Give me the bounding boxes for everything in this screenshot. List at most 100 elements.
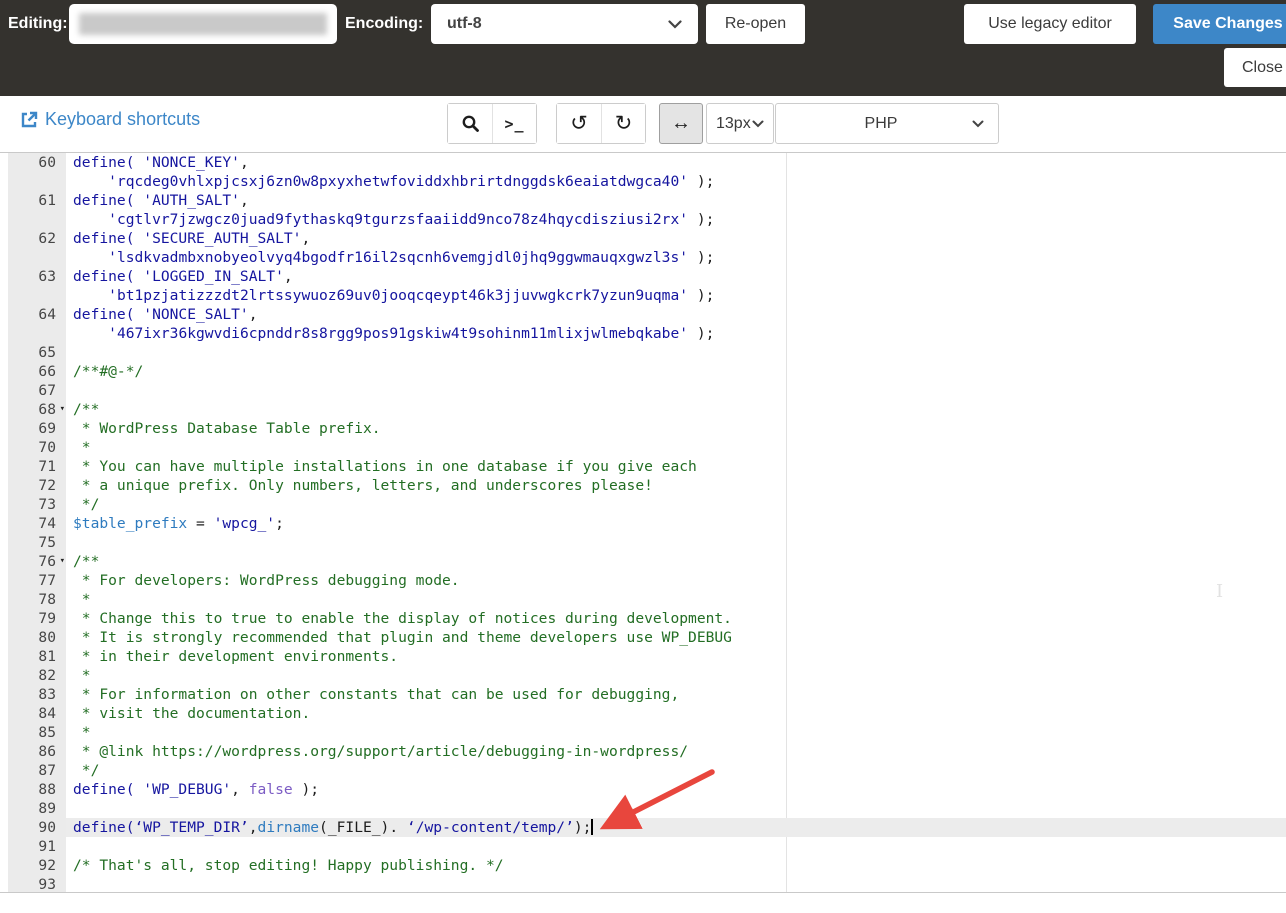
line-number[interactable]: 79 xyxy=(8,609,66,628)
code-line-70[interactable]: 70 * xyxy=(0,438,1286,457)
code-text[interactable]: define( 'AUTH_SALT', xyxy=(66,191,1286,210)
code-text[interactable] xyxy=(66,343,1286,362)
code-line-62[interactable]: 62define( 'SECURE_AUTH_SALT', xyxy=(0,229,1286,248)
code-text[interactable]: 'bt1pzjatizzzdt2lrtssywuoz69uv0jooqcqeyp… xyxy=(66,286,1286,305)
redo-button[interactable]: ↻ xyxy=(601,104,645,143)
keyboard-shortcuts-link[interactable]: Keyboard shortcuts xyxy=(20,109,200,130)
filename-field[interactable] xyxy=(70,5,336,43)
code-text[interactable]: */ xyxy=(66,761,1286,780)
code-line-63[interactable]: 63define( 'LOGGED_IN_SALT', xyxy=(0,267,1286,286)
code-line-wrap[interactable]: '467ixr36kgwvdi6cpnddr8s8rgg9pos91gskiw4… xyxy=(0,324,1286,343)
fold-caret-icon[interactable]: ▾ xyxy=(60,552,65,571)
code-text[interactable]: * For information on other constants tha… xyxy=(66,685,1286,704)
code-line-60[interactable]: 60define( 'NONCE_KEY', xyxy=(0,153,1286,172)
code-line-79[interactable]: 79 * Change this to true to enable the d… xyxy=(0,609,1286,628)
word-wrap-toggle-button[interactable]: ↔ xyxy=(659,103,703,144)
line-number[interactable] xyxy=(8,286,66,305)
encoding-select[interactable]: utf-8 xyxy=(431,4,698,44)
code-line-84[interactable]: 84 * visit the documentation. xyxy=(0,704,1286,723)
line-number[interactable]: 63 xyxy=(8,267,66,286)
code-line-68[interactable]: 68▾/** xyxy=(0,400,1286,419)
save-changes-button[interactable]: Save Changes xyxy=(1153,4,1286,44)
code-text[interactable]: define( 'LOGGED_IN_SALT', xyxy=(66,267,1286,286)
line-number[interactable]: 66 xyxy=(8,362,66,381)
code-line-69[interactable]: 69 * WordPress Database Table prefix. xyxy=(0,419,1286,438)
code-line-wrap[interactable]: 'lsdkvadmbxnobyeolvyq4bgodfr16il2sqcnh6v… xyxy=(0,248,1286,267)
code-text[interactable]: */ xyxy=(66,495,1286,514)
code-editor[interactable]: 60define( 'NONCE_KEY', 'rqcdeg0vhlxpjcsx… xyxy=(0,152,1286,893)
code-text[interactable] xyxy=(66,837,1286,856)
line-number[interactable]: 80 xyxy=(8,628,66,647)
code-text[interactable] xyxy=(66,381,1286,400)
code-text[interactable]: /** xyxy=(66,400,1286,419)
line-number[interactable]: 62 xyxy=(8,229,66,248)
code-text[interactable]: * It is strongly recommended that plugin… xyxy=(66,628,1286,647)
code-text[interactable]: * WordPress Database Table prefix. xyxy=(66,419,1286,438)
code-line-81[interactable]: 81 * in their development environments. xyxy=(0,647,1286,666)
line-number[interactable]: 74 xyxy=(8,514,66,533)
code-line-61[interactable]: 61define( 'AUTH_SALT', xyxy=(0,191,1286,210)
font-size-select[interactable]: 13px xyxy=(706,103,774,144)
code-text[interactable]: * xyxy=(66,723,1286,742)
line-number[interactable]: 70 xyxy=(8,438,66,457)
code-text[interactable] xyxy=(66,875,1286,893)
code-line-73[interactable]: 73 */ xyxy=(0,495,1286,514)
code-text[interactable]: /** xyxy=(66,552,1286,571)
fold-caret-icon[interactable]: ▾ xyxy=(60,400,65,419)
code-text[interactable]: $table_prefix = 'wpcg_'; xyxy=(66,514,1286,533)
code-text[interactable]: define(‘WP_TEMP_DIR’,dirname(_FILE_). ‘/… xyxy=(66,818,1286,837)
line-number[interactable]: 84 xyxy=(8,704,66,723)
code-line-67[interactable]: 67 xyxy=(0,381,1286,400)
code-line-64[interactable]: 64define( 'NONCE_SALT', xyxy=(0,305,1286,324)
code-text[interactable]: * xyxy=(66,438,1286,457)
code-text[interactable]: 'lsdkvadmbxnobyeolvyq4bgodfr16il2sqcnh6v… xyxy=(66,248,1286,267)
reopen-button[interactable]: Re-open xyxy=(706,4,805,44)
line-number[interactable]: 92 xyxy=(8,856,66,875)
code-line-78[interactable]: 78 * xyxy=(0,590,1286,609)
search-button[interactable] xyxy=(448,104,492,143)
line-number[interactable]: 64 xyxy=(8,305,66,324)
code-text[interactable]: /**#@-*/ xyxy=(66,362,1286,381)
code-text[interactable]: '467ixr36kgwvdi6cpnddr8s8rgg9pos91gskiw4… xyxy=(66,324,1286,343)
line-number[interactable] xyxy=(8,210,66,229)
use-legacy-editor-button[interactable]: Use legacy editor xyxy=(964,4,1136,44)
code-line-66[interactable]: 66/**#@-*/ xyxy=(0,362,1286,381)
code-line-80[interactable]: 80 * It is strongly recommended that plu… xyxy=(0,628,1286,647)
line-number[interactable]: 78 xyxy=(8,590,66,609)
code-text[interactable]: 'cgtlvr7jzwgcz0juad9fythaskq9tgurzsfaaii… xyxy=(66,210,1286,229)
line-number[interactable]: 75 xyxy=(8,533,66,552)
code-line-93[interactable]: 93 xyxy=(0,875,1286,893)
code-line-71[interactable]: 71 * You can have multiple installations… xyxy=(0,457,1286,476)
code-text[interactable] xyxy=(66,799,1286,818)
line-number[interactable]: 69 xyxy=(8,419,66,438)
code-line-85[interactable]: 85 * xyxy=(0,723,1286,742)
code-text[interactable]: * For developers: WordPress debugging mo… xyxy=(66,571,1286,590)
code-line-89[interactable]: 89 xyxy=(0,799,1286,818)
line-number[interactable] xyxy=(8,324,66,343)
line-number[interactable]: 61 xyxy=(8,191,66,210)
code-text[interactable]: define( 'WP_DEBUG', false ); xyxy=(66,780,1286,799)
undo-button[interactable]: ↺ xyxy=(557,104,601,143)
code-line-74[interactable]: 74$table_prefix = 'wpcg_'; xyxy=(0,514,1286,533)
code-text[interactable]: * @link https://wordpress.org/support/ar… xyxy=(66,742,1286,761)
code-line-92[interactable]: 92/* That's all, stop editing! Happy pub… xyxy=(0,856,1286,875)
line-number[interactable]: 85 xyxy=(8,723,66,742)
line-number[interactable]: 83 xyxy=(8,685,66,704)
code-line-83[interactable]: 83 * For information on other constants … xyxy=(0,685,1286,704)
code-text[interactable]: define( 'NONCE_SALT', xyxy=(66,305,1286,324)
line-number[interactable]: 72 xyxy=(8,476,66,495)
terminal-button[interactable]: >_ xyxy=(492,104,536,143)
code-text[interactable]: * in their development environments. xyxy=(66,647,1286,666)
line-number[interactable]: 67 xyxy=(8,381,66,400)
line-number[interactable] xyxy=(8,172,66,191)
code-line-90[interactable]: 90define(‘WP_TEMP_DIR’,dirname(_FILE_). … xyxy=(0,818,1286,837)
line-number[interactable]: 65 xyxy=(8,343,66,362)
line-number[interactable]: 60 xyxy=(8,153,66,172)
code-line-88[interactable]: 88define( 'WP_DEBUG', false ); xyxy=(0,780,1286,799)
line-number[interactable]: 73 xyxy=(8,495,66,514)
code-text[interactable]: 'rqcdeg0vhlxpjcsxj6zn0w8pxyxhetwfoviddxh… xyxy=(66,172,1286,191)
line-number[interactable]: 68▾ xyxy=(8,400,66,419)
line-number[interactable] xyxy=(8,248,66,267)
code-line-65[interactable]: 65 xyxy=(0,343,1286,362)
line-number[interactable]: 82 xyxy=(8,666,66,685)
